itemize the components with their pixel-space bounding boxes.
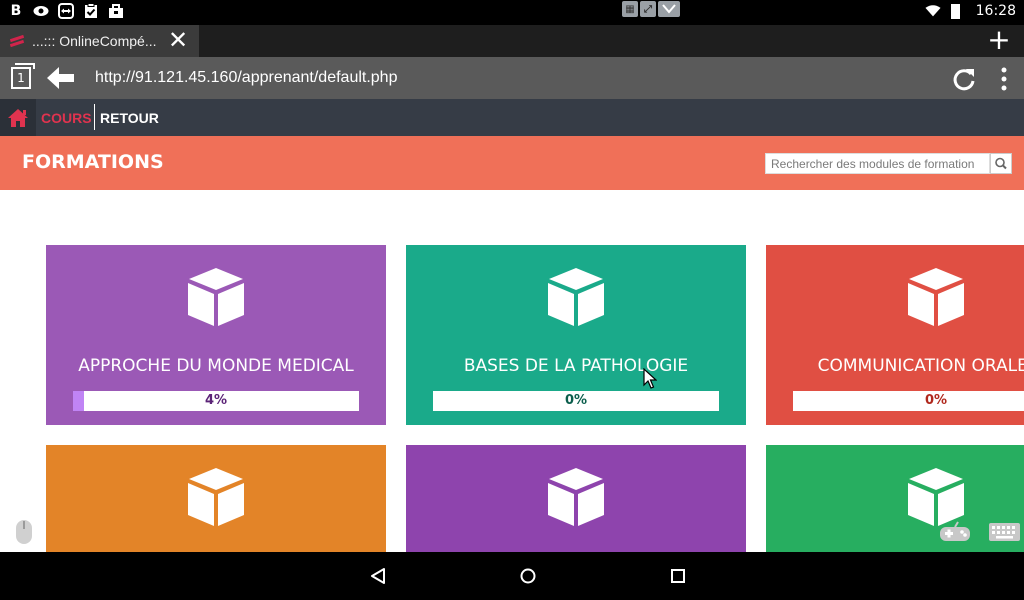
grid-icon[interactable]: ▦ xyxy=(622,1,638,17)
site-navbar: COURS RETOUR xyxy=(0,99,1024,136)
url-field[interactable]: http://91.121.45.160/apprenant/default.p… xyxy=(95,69,397,87)
formation-card[interactable] xyxy=(406,445,746,552)
progress-bar: 4% xyxy=(73,391,359,411)
page-header: FORMATIONS xyxy=(0,136,1024,190)
back-icon[interactable] xyxy=(368,566,388,586)
bold-b-icon: B xyxy=(10,3,22,19)
search-icon xyxy=(995,157,1007,170)
search-button[interactable] xyxy=(990,153,1012,174)
close-tab-icon[interactable]: ✕ xyxy=(167,28,189,52)
progress-label: 4% xyxy=(204,393,228,408)
card-title: BASES DE LA PATHOLOGIE xyxy=(463,356,689,376)
formation-card[interactable] xyxy=(46,445,386,552)
progress-bar: 0% xyxy=(793,391,1024,411)
formation-card[interactable]: COMMUNICATION ORALE ET 0% xyxy=(766,245,1024,425)
overflow-menu-icon[interactable] xyxy=(994,66,1014,92)
recents-icon[interactable] xyxy=(668,566,688,586)
site-favicon-icon xyxy=(10,35,24,47)
clock: 16:28 xyxy=(975,3,1016,19)
formation-card[interactable]: APPROCHE DU MONDE MEDICAL 4% xyxy=(46,245,386,425)
chevron-down-icon[interactable] xyxy=(658,1,680,17)
nav-divider xyxy=(94,104,95,130)
browser-tab-strip: ...::: OnlineCompé... ✕ + xyxy=(0,25,1024,57)
mouse-icon[interactable] xyxy=(15,519,33,545)
cube-icon xyxy=(908,468,964,526)
screen-control-icons: ▦ ⤢ xyxy=(622,1,680,17)
browser-tab[interactable]: ...::: OnlineCompé... ✕ xyxy=(0,25,199,57)
eye-icon xyxy=(33,3,49,19)
cube-icon xyxy=(188,268,244,326)
teamviewer-icon xyxy=(58,3,74,19)
search-input[interactable] xyxy=(765,153,990,174)
home-icon xyxy=(8,109,28,127)
cube-icon xyxy=(548,468,604,526)
system-icons: 16:28 xyxy=(925,3,1016,19)
page-title: FORMATIONS xyxy=(22,151,164,173)
tab-title: ...::: OnlineCompé... xyxy=(32,33,157,49)
home-circle-icon[interactable] xyxy=(518,566,538,586)
briefcase-icon xyxy=(108,3,124,19)
formation-card[interactable] xyxy=(766,445,1024,552)
progress-label: 0% xyxy=(924,393,948,408)
formation-card[interactable]: BASES DE LA PATHOLOGIE 0% xyxy=(406,245,746,425)
browser-toolbar: 1 http://91.121.45.160/apprenant/default… xyxy=(0,57,1024,99)
new-tab-button[interactable]: + xyxy=(986,26,1012,54)
system-navigation-bar xyxy=(0,552,1024,600)
clipboard-check-icon xyxy=(83,3,99,19)
mouse-cursor-icon xyxy=(643,367,658,390)
status-bar: B ▦ ⤢ 16:28 xyxy=(0,0,1024,25)
nav-link-retour[interactable]: RETOUR xyxy=(100,110,159,126)
cube-icon xyxy=(908,268,964,326)
progress-bar: 0% xyxy=(433,391,719,411)
fullscreen-icon[interactable]: ⤢ xyxy=(640,1,656,17)
reload-icon[interactable] xyxy=(951,66,977,92)
gamepad-icon[interactable] xyxy=(939,521,971,543)
wifi-icon xyxy=(925,3,941,19)
android-screen: B ▦ ⤢ 16:28 ...::: OnlineCompé... ✕ + 1 … xyxy=(0,0,1024,600)
notification-icons: B xyxy=(8,3,124,19)
back-arrow-icon[interactable] xyxy=(46,65,76,91)
card-title: APPROCHE DU MONDE MEDICAL xyxy=(78,356,354,376)
nav-link-cours[interactable]: COURS xyxy=(41,110,92,126)
cube-icon xyxy=(548,268,604,326)
progress-label: 0% xyxy=(564,393,588,408)
tabs-count-button[interactable]: 1 xyxy=(11,63,35,89)
battery-icon xyxy=(950,3,960,19)
formations-grid: APPROCHE DU MONDE MEDICAL 4% BASES DE LA… xyxy=(0,190,1024,552)
home-button[interactable] xyxy=(0,99,36,136)
card-title: COMMUNICATION ORALE ET xyxy=(817,356,1024,376)
keyboard-icon[interactable] xyxy=(988,522,1021,542)
cube-icon xyxy=(188,468,244,526)
